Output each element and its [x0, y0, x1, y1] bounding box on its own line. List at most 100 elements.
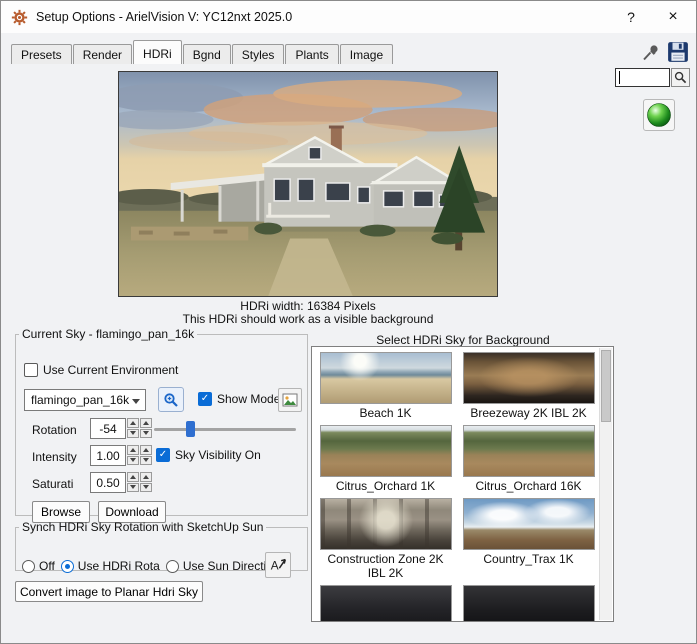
rotation-slider[interactable] — [154, 420, 296, 438]
titlebar: Setup Options - ArielVision V: YC12nxt 2… — [1, 1, 696, 33]
intensity-down-button[interactable] — [127, 455, 139, 465]
hdri-item-breezeway[interactable]: Breezeway 2K IBL 2K — [457, 349, 600, 422]
intensity-label: Intensity — [32, 450, 77, 464]
tab-image[interactable]: Image — [339, 44, 394, 64]
check-icon: ✓ — [158, 449, 168, 460]
saturation-down-button[interactable] — [127, 482, 139, 492]
tab-presets[interactable]: Presets — [11, 44, 72, 64]
rotation-fine-up-button[interactable] — [140, 418, 152, 428]
tab-styles[interactable]: Styles — [231, 44, 285, 64]
check-icon: ✓ — [200, 393, 210, 404]
rotation-fine-down-button[interactable] — [140, 428, 152, 438]
synch-rotation-group: Synch HDRi Sky Rotation with SketchUp Su… — [15, 520, 308, 578]
setup-options-dialog: Setup Options - ArielVision V: YC12nxt 2… — [0, 0, 697, 644]
convert-planar-button[interactable]: Convert image to Planar Hdri Sky — [15, 581, 203, 602]
radio-label: Use HDRi Rota — [77, 559, 160, 573]
zoom-sky-button[interactable] — [158, 387, 184, 412]
letter-a-arrow-icon: A — [271, 559, 286, 573]
show-mode-image-button[interactable] — [278, 388, 302, 412]
tab-plants[interactable]: Plants — [285, 44, 339, 64]
hdri-thumbnail-label: Citrus_Orchard 1K — [335, 479, 436, 493]
scrollbar-thumb[interactable] — [601, 350, 611, 422]
image-icon — [282, 393, 298, 407]
intensity-fine-up-button[interactable] — [140, 445, 152, 455]
current-sky-group: Current Sky - flamingo_pan_16k Use Curre… — [15, 327, 308, 523]
render-preview-image — [118, 71, 498, 297]
hdri-note-caption: This HDRi should work as a visible backg… — [182, 312, 434, 326]
pin-button[interactable] — [641, 43, 661, 63]
saturation-spinner: 0.50 — [90, 472, 152, 493]
saturation-fine-down-button[interactable] — [140, 482, 152, 492]
chevron-down-icon — [132, 399, 140, 404]
tab-render[interactable]: Render — [72, 44, 133, 64]
rotation-spinner: -54 — [90, 418, 152, 439]
close-button[interactable]: × — [652, 1, 694, 33]
current-sky-group-title: Current Sky - flamingo_pan_16k — [22, 327, 195, 341]
rotation-up-button[interactable] — [127, 418, 139, 428]
checkbox-label: Use Current Environment — [43, 363, 179, 377]
hdri-item-beach[interactable]: Beach 1K — [314, 349, 457, 422]
hdri-item-partial-left[interactable] — [314, 582, 457, 621]
intensity-value[interactable]: 1.00 — [90, 445, 126, 466]
hdri-item-citrus-orchard-16k[interactable]: Citrus_Orchard 16K — [457, 422, 600, 495]
tab-bgnd[interactable]: Bgnd — [182, 44, 231, 64]
saturation-fine-up-button[interactable] — [140, 472, 152, 482]
hdri-thumbnail-image — [319, 585, 452, 621]
render-button[interactable] — [643, 99, 675, 131]
hdri-item-citrus-orchard-1k[interactable]: Citrus_Orchard 1K — [314, 422, 457, 495]
sky-select-dropdown[interactable]: flamingo_pan_16k — [24, 389, 146, 411]
show-mode-checkbox[interactable]: ✓ Show Mode — [198, 392, 280, 406]
search-input[interactable] — [615, 68, 670, 87]
down-arrow-icon — [143, 458, 149, 463]
north-angle-button[interactable]: A — [265, 552, 291, 578]
slider-thumb[interactable] — [186, 421, 195, 437]
rotation-value[interactable]: -54 — [90, 418, 126, 439]
hdri-list: Beach 1K Breezeway 2K IBL 2K Citrus_Orch… — [311, 346, 614, 622]
help-button[interactable]: ? — [610, 1, 652, 33]
sky-select-value: flamingo_pan_16k — [31, 393, 130, 407]
hdri-thumbnail-label: Construction Zone 2K IBL 2K — [327, 552, 444, 580]
svg-text:A: A — [271, 559, 279, 573]
gear-icon — [11, 9, 28, 25]
rotation-down-button[interactable] — [127, 428, 139, 438]
saturation-value[interactable]: 0.50 — [90, 472, 126, 493]
radio-use-sun-direction[interactable]: Use Sun Directi — [165, 559, 266, 573]
checkbox-label: Sky Visibility On — [175, 448, 261, 462]
hdri-list-title: Select HDRi Sky for Background — [376, 333, 550, 347]
save-button[interactable] — [667, 41, 689, 63]
radio-label: Use Sun Directi — [182, 559, 266, 573]
hdri-thumbnail-image — [462, 425, 595, 477]
down-arrow-icon — [143, 431, 149, 436]
intensity-up-button[interactable] — [127, 445, 139, 455]
radio-dot — [22, 559, 35, 573]
radio-dot — [60, 559, 74, 573]
search-button[interactable] — [671, 68, 690, 87]
radio-use-hdri-rotation[interactable]: Use HDRi Rota — [60, 559, 160, 573]
rotation-label: Rotation — [32, 423, 77, 437]
slider-track — [154, 428, 296, 431]
search-field-wrap — [615, 68, 670, 87]
sky-visibility-checkbox[interactable]: ✓ Sky Visibility On — [156, 448, 261, 462]
hdri-item-partial-right[interactable] — [457, 582, 600, 621]
saturation-label: Saturati — [32, 477, 74, 491]
use-current-environment-checkbox[interactable]: Use Current Environment — [24, 363, 178, 377]
up-arrow-icon — [130, 474, 136, 479]
hdri-thumbnail-label: Country_Trax 1K — [483, 552, 574, 566]
hdri-list-scrollbar[interactable] — [599, 348, 612, 620]
blue-magnifier-icon — [164, 392, 178, 407]
up-arrow-icon — [130, 420, 136, 425]
radio-off[interactable]: Off — [22, 559, 55, 573]
hdri-thumbnail-label: Citrus_Orchard 16K — [475, 479, 582, 493]
hdri-item-construction-zone[interactable]: Construction Zone 2K IBL 2K — [314, 495, 457, 582]
magnifier-icon — [674, 71, 687, 84]
hdri-width-caption: HDRi width: 16384 Pixels — [240, 299, 376, 313]
house-render-scene — [119, 72, 497, 296]
down-arrow-icon — [143, 485, 149, 490]
saturation-up-button[interactable] — [127, 472, 139, 482]
down-arrow-icon — [130, 485, 136, 490]
hdri-item-country-trax[interactable]: Country_Trax 1K — [457, 495, 600, 582]
intensity-fine-down-button[interactable] — [140, 455, 152, 465]
radio-label: Off — [39, 559, 55, 573]
tab-hdri[interactable]: HDRi — [133, 40, 182, 64]
synch-group-title: Synch HDRi Sky Rotation with SketchUp Su… — [22, 520, 264, 534]
